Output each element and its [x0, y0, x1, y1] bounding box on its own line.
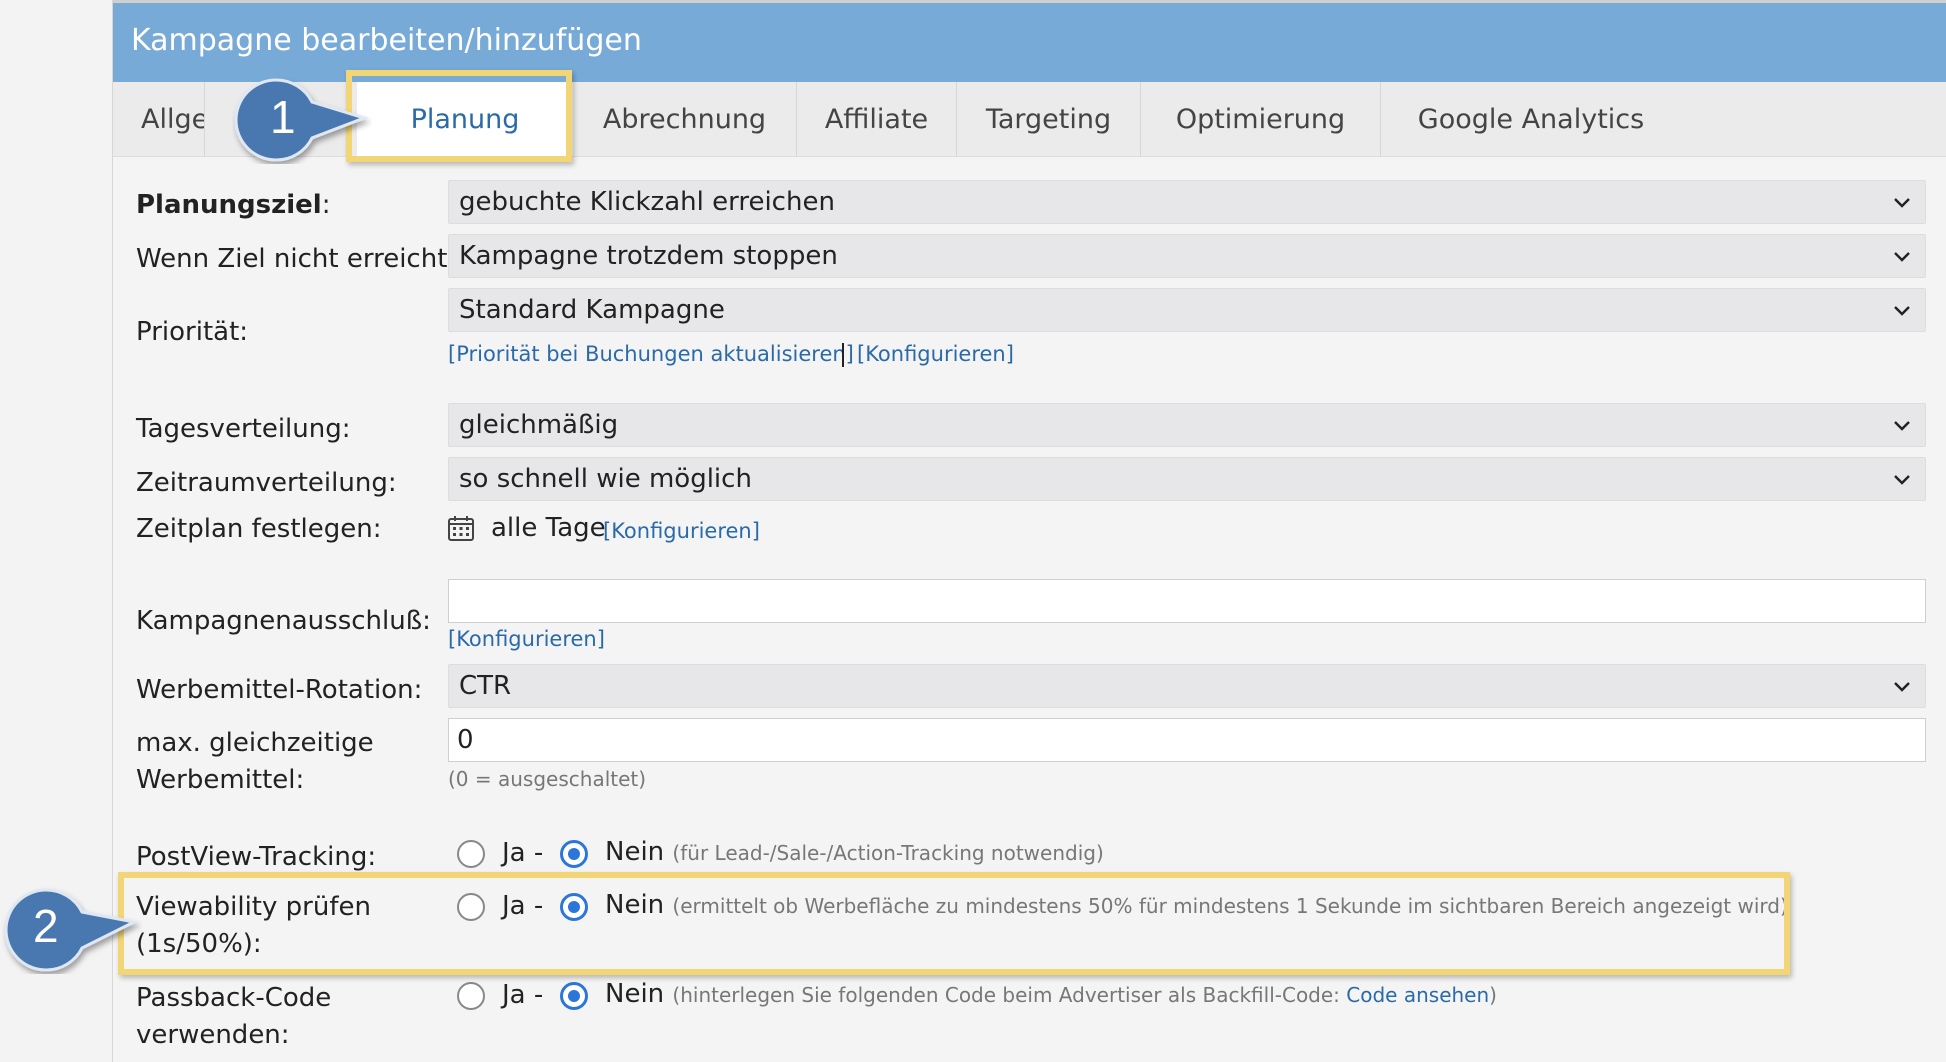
zeitraumverteilung-select[interactable]: so schnell wie möglich [448, 457, 1926, 501]
planungsziel-select[interactable]: gebuchte Klickzahl erreichen [448, 180, 1926, 224]
calendar-icon[interactable] [447, 514, 475, 542]
configure-priority-link[interactable]: [Konfigurieren] [857, 342, 1014, 366]
postview-ja-label: Ja - [502, 838, 544, 868]
wenn-ziel-label: Wenn Ziel nicht erreicht: [136, 244, 457, 274]
link-separator [842, 343, 844, 367]
postview-label: PostView-Tracking: [136, 842, 377, 872]
prioritaet-select[interactable]: Standard Kampagne [448, 288, 1926, 332]
rotation-value: CTR [459, 671, 512, 701]
chevron-down-icon [1894, 475, 1910, 485]
ausschluss-label: Kampagnenausschluß: [136, 606, 431, 636]
chevron-down-icon [1894, 421, 1910, 431]
tagesverteilung-label: Tagesverteilung: [136, 414, 351, 444]
callout-number-1: 1 [270, 91, 296, 143]
wenn-ziel-select[interactable]: Kampagne trotzdem stoppen [448, 234, 1926, 278]
chevron-down-icon [1894, 306, 1910, 316]
page-title: Kampagne bearbeiten/hinzufügen [131, 23, 642, 58]
tab-optimierung[interactable]: Optimierung [1141, 82, 1381, 156]
postview-nein-radio[interactable] [560, 840, 588, 868]
tagesverteilung-value: gleichmäßig [459, 410, 619, 440]
chevron-down-icon [1894, 682, 1910, 692]
configure-exclusion-link[interactable]: [Konfigurieren] [448, 627, 605, 651]
ausschluss-input[interactable] [448, 579, 1926, 623]
passback-ja-label: Ja - [502, 980, 544, 1010]
zeitplan-label: Zeitplan festlegen: [136, 514, 382, 544]
passback-label: Passback-Code verwenden: [136, 983, 332, 1050]
passback-nein-option: Nein (hinterlegen Sie folgenden Code bei… [605, 979, 1497, 1009]
tab-affiliate[interactable]: Affiliate [797, 82, 957, 156]
passback-ja-radio[interactable] [457, 982, 485, 1010]
postview-ja-radio[interactable] [457, 840, 485, 868]
chevron-down-icon [1894, 252, 1910, 262]
prioritaet-value: Standard Kampagne [459, 295, 725, 325]
callout-marker-1 [234, 78, 369, 162]
code-ansehen-link[interactable]: Code ansehen [1346, 983, 1489, 1007]
tab-google-analytics[interactable]: Google Analytics [1381, 82, 1681, 156]
postview-nein-option: Nein (für Lead-/Sale-/Action-Tracking no… [605, 837, 1104, 867]
update-priority-link[interactable]: [Priorität bei Buchungen aktualisieren] [448, 342, 854, 366]
callout-marker-2 [4, 888, 139, 972]
tab-abrechnung[interactable]: Abrechnung [573, 82, 797, 156]
max-werbemittel-label: max. gleichzeitige Werbemittel: [136, 728, 374, 795]
highlight-planung-tab [346, 70, 572, 162]
prioritaet-label: Priorität: [136, 317, 249, 347]
configure-schedule-link[interactable]: [Konfigurieren] [603, 519, 760, 543]
planungsziel-label: Planungsziel: [136, 190, 331, 220]
highlight-viewability-row [118, 872, 1790, 975]
zeitraumverteilung-value: so schnell wie möglich [459, 464, 752, 494]
zeitraumverteilung-label: Zeitraumverteilung: [136, 468, 397, 498]
tagesverteilung-select[interactable]: gleichmäßig [448, 403, 1926, 447]
zeitplan-value: alle Tage [491, 513, 606, 543]
passback-nein-radio[interactable] [560, 982, 588, 1010]
rotation-label: Werbemittel-Rotation: [136, 675, 423, 705]
tab-targeting[interactable]: Targeting [957, 82, 1141, 156]
wenn-ziel-value: Kampagne trotzdem stoppen [459, 241, 838, 271]
callout-number-2: 2 [33, 900, 59, 952]
max-werbemittel-value: 0 [457, 725, 474, 755]
chevron-down-icon [1894, 198, 1910, 208]
max-werbemittel-hint: (0 = ausgeschaltet) [448, 767, 647, 791]
rotation-select[interactable]: CTR [448, 664, 1926, 708]
planungsziel-value: gebuchte Klickzahl erreichen [459, 187, 835, 217]
max-werbemittel-input[interactable]: 0 [448, 718, 1926, 762]
tab-allgemein[interactable]: Allgemein [113, 82, 205, 156]
